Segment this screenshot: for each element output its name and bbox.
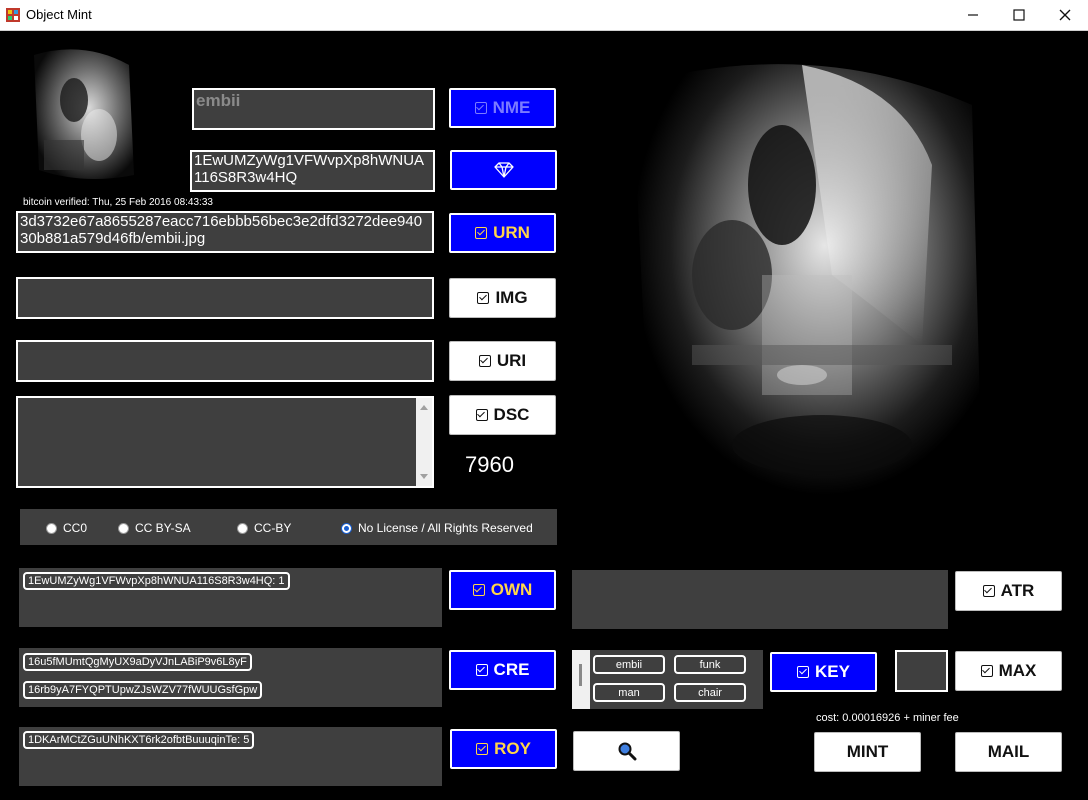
description-scrollbar[interactable]: [416, 398, 432, 486]
royalty-tag[interactable]: 1DKArMCtZGuUNhKXT6rk2ofbtBuuuqinTe: 5: [23, 731, 255, 749]
verified-text: bitcoin verified: Thu, 25 Feb 2016 08:43…: [23, 197, 213, 208]
scroll-thumb[interactable]: [579, 664, 582, 686]
window-title: Object Mint: [26, 7, 92, 22]
image-button[interactable]: IMG: [449, 278, 556, 318]
checked-box-icon: [797, 666, 810, 678]
mail-button[interactable]: MAIL: [955, 732, 1062, 772]
royalty-button[interactable]: ROY: [450, 729, 557, 769]
checked-box-icon: [476, 743, 489, 755]
uri-field[interactable]: [16, 340, 434, 382]
checked-box-icon: [478, 355, 491, 367]
uri-button[interactable]: URI: [449, 341, 556, 381]
creator-tag[interactable]: 16u5fMUmtQgMyUX9aDyVJnLABiP9v6L8yF: [23, 653, 252, 671]
license-cc-by-sa-label: CC BY-SA: [135, 521, 191, 535]
preview-image: [572, 45, 1052, 575]
max-field[interactable]: [895, 650, 948, 692]
checked-box-icon: [474, 102, 487, 114]
title-bar: Object Mint: [0, 0, 1088, 31]
attributes-button-label: ATR: [1000, 581, 1035, 600]
diamond-icon: [493, 162, 514, 178]
magnifier-icon: [618, 742, 636, 761]
attributes-button[interactable]: ATR: [955, 571, 1062, 611]
urn-button[interactable]: URN: [449, 213, 556, 253]
form-client-area: embii NME 1EwUMZyWg1VFWvpXp8hWNUA116S8R3…: [0, 31, 1088, 800]
creator-button-label: CRE: [493, 660, 530, 679]
checked-box-icon: [477, 292, 490, 304]
keyword-tag[interactable]: man: [593, 683, 665, 702]
checked-box-icon: [472, 584, 485, 596]
urn-field[interactable]: 3d3732e67a8655287eacc716ebbb56bec3e2dfd3…: [16, 211, 434, 253]
keyword-button-label: KEY: [815, 662, 850, 681]
search-button[interactable]: [573, 731, 680, 771]
owner-button-label: OWN: [490, 580, 533, 599]
name-button-label: NME: [492, 98, 531, 117]
maximize-icon: [1013, 9, 1025, 21]
checked-box-icon: [475, 227, 488, 239]
owners-list[interactable]: 1EwUMZyWg1VFWvpXp8hWNUA116S8R3w4HQ: 1: [19, 568, 442, 627]
license-cc-by-radio[interactable]: CC-BY: [237, 521, 291, 535]
mint-button-label: MINT: [846, 742, 889, 761]
keywords-list[interactable]: embii funk man chair: [572, 650, 763, 709]
scroll-down-icon: [420, 474, 428, 479]
keywords-scrollbar[interactable]: [572, 650, 590, 709]
keyword-button[interactable]: KEY: [770, 652, 877, 692]
radio-off-icon: [118, 522, 129, 534]
checked-box-icon: [475, 664, 488, 676]
checked-box-icon: [475, 409, 488, 421]
radio-off-icon: [237, 522, 248, 534]
mint-button[interactable]: MINT: [814, 732, 921, 772]
radio-on-icon: [341, 522, 352, 534]
license-cc-by-sa-radio[interactable]: CC BY-SA: [118, 521, 191, 535]
royalty-button-label: ROY: [494, 739, 531, 758]
cost-label: cost: 0.00016926 + miner fee: [816, 712, 959, 724]
close-icon: [1059, 9, 1071, 21]
owner-button[interactable]: OWN: [449, 570, 556, 610]
keyword-tag[interactable]: funk: [674, 655, 746, 674]
checked-box-icon: [982, 585, 995, 597]
checked-box-icon: [980, 665, 993, 677]
address-field[interactable]: 1EwUMZyWg1VFWvpXp8hWNUA116S8R3w4HQ: [190, 150, 435, 192]
uri-button-label: URI: [496, 351, 527, 370]
character-count: 7960: [465, 452, 514, 477]
urn-button-label: URN: [493, 223, 530, 242]
keyword-tag[interactable]: embii: [593, 655, 665, 674]
app-icon: [6, 8, 20, 22]
minimize-icon: [968, 14, 978, 16]
creator-tag[interactable]: 16rb9yA7FYQPTUpwZJsWZV77fWUUGsfGpw: [23, 681, 263, 699]
royalties-list[interactable]: 1DKArMCtZGuUNhKXT6rk2ofbtBuuuqinTe: 5: [19, 727, 442, 786]
max-button[interactable]: MAX: [955, 651, 1062, 691]
name-button[interactable]: NME: [449, 88, 556, 128]
radio-off-icon: [46, 522, 57, 534]
license-none-label: No License / All Rights Reserved: [358, 521, 533, 535]
maximize-button[interactable]: [996, 0, 1042, 30]
creators-list[interactable]: 16u5fMUmtQgMyUX9aDyVJnLABiP9v6L8yF 16rb9…: [19, 648, 442, 707]
description-button-label: DSC: [493, 405, 530, 424]
verify-button[interactable]: [450, 150, 557, 190]
license-cc0-label: CC0: [63, 521, 88, 535]
mail-button-label: MAIL: [987, 742, 1030, 761]
name-field[interactable]: embii: [192, 88, 435, 130]
owner-tag[interactable]: 1EwUMZyWg1VFWvpXp8hWNUA116S8R3w4HQ: 1: [23, 572, 290, 590]
license-none-radio[interactable]: No License / All Rights Reserved: [341, 521, 533, 535]
minimize-button[interactable]: [950, 0, 996, 30]
scroll-up-icon: [420, 405, 428, 410]
image-button-label: IMG: [495, 288, 528, 307]
license-group: CC0 CC BY-SA CC-BY No License / All Righ…: [20, 509, 557, 545]
keyword-tag[interactable]: chair: [674, 683, 746, 702]
description-button[interactable]: DSC: [449, 395, 556, 435]
attributes-list[interactable]: [572, 570, 948, 629]
max-button-label: MAX: [998, 661, 1037, 680]
license-cc0-radio[interactable]: CC0: [46, 521, 87, 535]
close-button[interactable]: [1042, 0, 1088, 30]
creator-button[interactable]: CRE: [449, 650, 556, 690]
license-cc-by-label: CC-BY: [254, 521, 292, 535]
thumbnail-image: [14, 45, 154, 185]
image-field[interactable]: [16, 277, 434, 319]
description-field[interactable]: [16, 396, 434, 488]
